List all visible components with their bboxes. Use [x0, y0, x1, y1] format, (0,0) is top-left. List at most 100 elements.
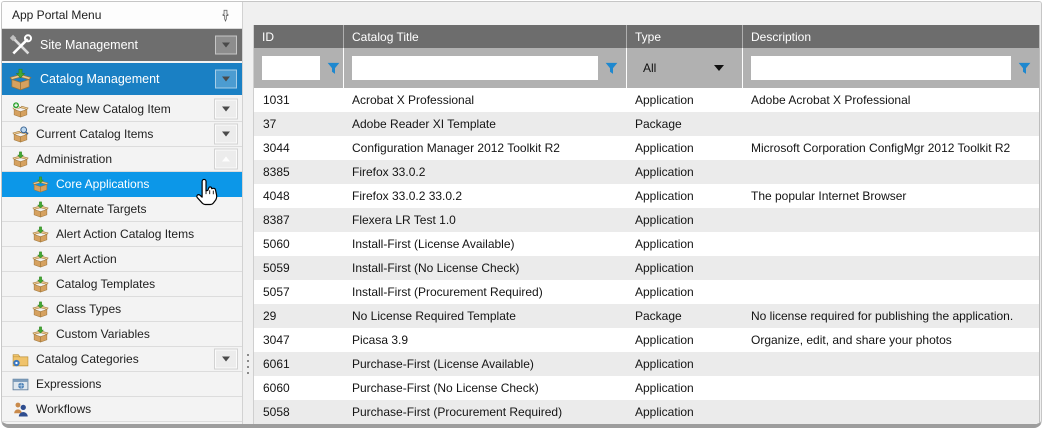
- expander-button[interactable]: [215, 100, 237, 119]
- app-window: App Portal Menu Site Management Catalog …: [1, 1, 1042, 428]
- type-filter-value: All: [643, 61, 656, 75]
- cell-description: [742, 232, 1039, 256]
- box-arrow-icon: [32, 301, 49, 318]
- id-filter-input[interactable]: [262, 56, 320, 80]
- table-row[interactable]: 37 Adobe Reader XI Template Package: [254, 112, 1039, 136]
- cell-title: Firefox 33.0.2 33.0.2: [343, 184, 626, 208]
- sidebar-item-catalog-categories[interactable]: Catalog Categories: [2, 347, 242, 372]
- filter-funnel-icon[interactable]: [605, 62, 618, 75]
- sidebar-item-label: Catalog Categories: [36, 352, 139, 366]
- cell-id: 5060: [254, 232, 343, 256]
- sidebar-item-current-catalog-items[interactable]: Current Catalog Items: [2, 122, 242, 147]
- expander-button[interactable]: [215, 125, 237, 144]
- pin-icon[interactable]: [219, 8, 232, 23]
- table-row[interactable]: 5060 Install-First (License Available) A…: [254, 232, 1039, 256]
- cell-title: Firefox 33.0.2: [343, 160, 626, 184]
- chevron-down-icon: [222, 77, 230, 82]
- box-arrow-icon: [9, 68, 32, 91]
- cell-title: Purchase-First (License Available): [343, 352, 626, 376]
- table-body: 1031 Acrobat X Professional Application …: [254, 88, 1039, 424]
- table-row[interactable]: 5057 Install-First (Procurement Required…: [254, 280, 1039, 304]
- table-row[interactable]: 3047 Picasa 3.9 Application Organize, ed…: [254, 328, 1039, 352]
- cell-title: Install-First (No License Check): [343, 256, 626, 280]
- cell-description: [742, 280, 1039, 304]
- sidebar-item-catalog-management[interactable]: Catalog Management: [2, 63, 242, 95]
- filter-funnel-icon[interactable]: [327, 62, 340, 75]
- table-row[interactable]: 1031 Acrobat X Professional Application …: [254, 88, 1039, 112]
- filter-cell-type: All: [626, 48, 742, 88]
- cell-description: Adobe Acrobat X Professional: [742, 88, 1039, 112]
- sidebar-item-alert-action[interactable]: Alert Action: [2, 247, 242, 272]
- expander-button[interactable]: [215, 70, 237, 89]
- sidebar-item-create-new-catalog-item[interactable]: Create New Catalog Item: [2, 97, 242, 122]
- table-row[interactable]: 8385 Firefox 33.0.2 Application: [254, 160, 1039, 184]
- table-row[interactable]: 6060 Purchase-First (No License Check) A…: [254, 376, 1039, 400]
- cell-description: [742, 256, 1039, 280]
- catalog-title-filter-input[interactable]: [352, 56, 598, 80]
- chevron-down-icon: [714, 65, 724, 71]
- cell-description: Microsoft Corporation ConfigMgr 2012 Too…: [742, 136, 1039, 160]
- cell-type: Application: [626, 160, 742, 184]
- table-row[interactable]: 6061 Purchase-First (License Available) …: [254, 352, 1039, 376]
- sidebar-item-administration[interactable]: Administration: [2, 147, 242, 172]
- cell-id: 8387: [254, 208, 343, 232]
- sidebar-item-label: Alternate Targets: [56, 202, 147, 216]
- window-icon: [12, 376, 29, 393]
- table-row[interactable]: 8387 Flexera LR Test 1.0 Application: [254, 208, 1039, 232]
- table-row[interactable]: 29 No License Required Template Package …: [254, 304, 1039, 328]
- folder-gear-icon: [12, 351, 29, 368]
- cell-description: [742, 112, 1039, 136]
- description-filter-input[interactable]: [751, 56, 1011, 80]
- cell-type: Package: [626, 112, 742, 136]
- cell-description: [742, 376, 1039, 400]
- sidebar: App Portal Menu Site Management Catalog …: [2, 2, 243, 424]
- sidebar-item-label: Workflows: [36, 402, 91, 416]
- filter-cell-catalog-title: [343, 48, 626, 88]
- cell-description: The popular Internet Browser: [742, 184, 1039, 208]
- sidebar-item-catalog-templates[interactable]: Catalog Templates: [2, 272, 242, 297]
- table-row[interactable]: 3044 Configuration Manager 2012 Toolkit …: [254, 136, 1039, 160]
- column-header-type[interactable]: Type: [626, 25, 742, 48]
- cell-title: No License Required Template: [343, 304, 626, 328]
- table-row[interactable]: 5058 Purchase-First (Procurement Require…: [254, 400, 1039, 424]
- sidebar-item-workflows[interactable]: Workflows: [2, 397, 242, 422]
- sidebar-item-label: Administration: [36, 152, 112, 166]
- expander-button[interactable]: [215, 150, 237, 169]
- box-arrow-icon: [32, 176, 49, 193]
- people-icon: [12, 401, 29, 418]
- cell-id: 6061: [254, 352, 343, 376]
- cell-id: 3044: [254, 136, 343, 160]
- expander-button[interactable]: [215, 350, 237, 369]
- cell-type: Application: [626, 376, 742, 400]
- sidebar-item-site-management[interactable]: Site Management: [2, 29, 242, 61]
- cell-description: [742, 160, 1039, 184]
- expander-button[interactable]: [215, 36, 237, 55]
- cell-description: [742, 352, 1039, 376]
- column-header-catalog-title[interactable]: Catalog Title: [343, 25, 626, 48]
- cell-description: Organize, edit, and share your photos: [742, 328, 1039, 352]
- type-filter-dropdown[interactable]: All: [635, 56, 734, 80]
- sidebar-item-custom-variables[interactable]: Custom Variables: [2, 322, 242, 347]
- cell-id: 4048: [254, 184, 343, 208]
- sidebar-item-label: Custom Variables: [56, 327, 150, 341]
- cell-title: Purchase-First (No License Check): [343, 376, 626, 400]
- table-header-row: ID Catalog Title Type Description: [254, 25, 1039, 48]
- sidebar-item-class-types[interactable]: Class Types: [2, 297, 242, 322]
- column-header-description[interactable]: Description: [742, 25, 1039, 48]
- cell-title: Purchase-First (Procurement Required): [343, 400, 626, 424]
- sidebar-item-alternate-targets[interactable]: Alternate Targets: [2, 197, 242, 222]
- sidebar-item-core-applications[interactable]: Core Applications: [2, 172, 242, 197]
- sidebar-item-expressions[interactable]: Expressions: [2, 372, 242, 397]
- cell-type: Application: [626, 208, 742, 232]
- filter-funnel-icon[interactable]: [1018, 62, 1031, 75]
- cell-type: Application: [626, 400, 742, 424]
- sidebar-item-alert-action-catalog-items[interactable]: Alert Action Catalog Items: [2, 222, 242, 247]
- sidebar-splitter[interactable]: [244, 2, 253, 424]
- cell-id: 37: [254, 112, 343, 136]
- column-header-id[interactable]: ID: [254, 25, 343, 48]
- sidebar-title: App Portal Menu: [12, 8, 101, 22]
- catalog-table: ID Catalog Title Type Description All: [253, 25, 1040, 424]
- cell-type: Application: [626, 136, 742, 160]
- table-row[interactable]: 5059 Install-First (No License Check) Ap…: [254, 256, 1039, 280]
- table-row[interactable]: 4048 Firefox 33.0.2 33.0.2 Application T…: [254, 184, 1039, 208]
